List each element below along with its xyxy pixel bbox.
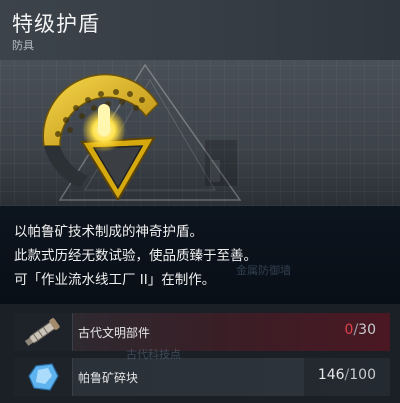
item-category: 防具 (12, 39, 34, 52)
material-need: 100 (349, 367, 376, 383)
material-count: 146/100 (317, 367, 376, 383)
ancient-part-icon (24, 318, 60, 346)
material-requirement-row: 古代文明部件 0/30 (14, 313, 390, 351)
material-count: 0/30 (344, 322, 376, 338)
background-faint-label: 金属防御墙 (236, 264, 291, 277)
material-have: 146 (317, 367, 345, 383)
background-faint-label: 古代科技点 (126, 348, 181, 361)
material-icon-slot (14, 313, 73, 351)
item-header: 特级护盾 防具 (0, 0, 400, 60)
description-line-1: 以帕鲁矿技术制成的神奇护盾。 (14, 224, 203, 240)
material-name: 古代文明部件 (78, 326, 151, 340)
description-area: 金属防御墙 以帕鲁矿技术制成的神奇护盾。 此款式历经无数试验，使品质臻于至善。 … (0, 206, 400, 304)
material-need: 30 (358, 322, 376, 338)
description-line-2: 此款式历经无数试验，使品质臻于至善。 (14, 248, 257, 264)
item-detail-panel: 特级护盾 防具 金属防御墙 以帕鲁矿技术制成的神奇护盾。 此款式历经无数试验，使… (0, 0, 400, 403)
paldium-fragment-icon (28, 363, 59, 391)
item-title: 特级护盾 (12, 12, 100, 36)
item-artwork (0, 60, 400, 206)
description-line-3: 可「作业流水线工厂 II」在制作。 (14, 272, 216, 288)
material-icon-slot (14, 358, 73, 396)
shield-icon (42, 73, 159, 200)
material-requirement-row: 帕鲁矿碎块 146/100 (14, 358, 390, 396)
material-name: 帕鲁矿碎块 (78, 371, 139, 385)
